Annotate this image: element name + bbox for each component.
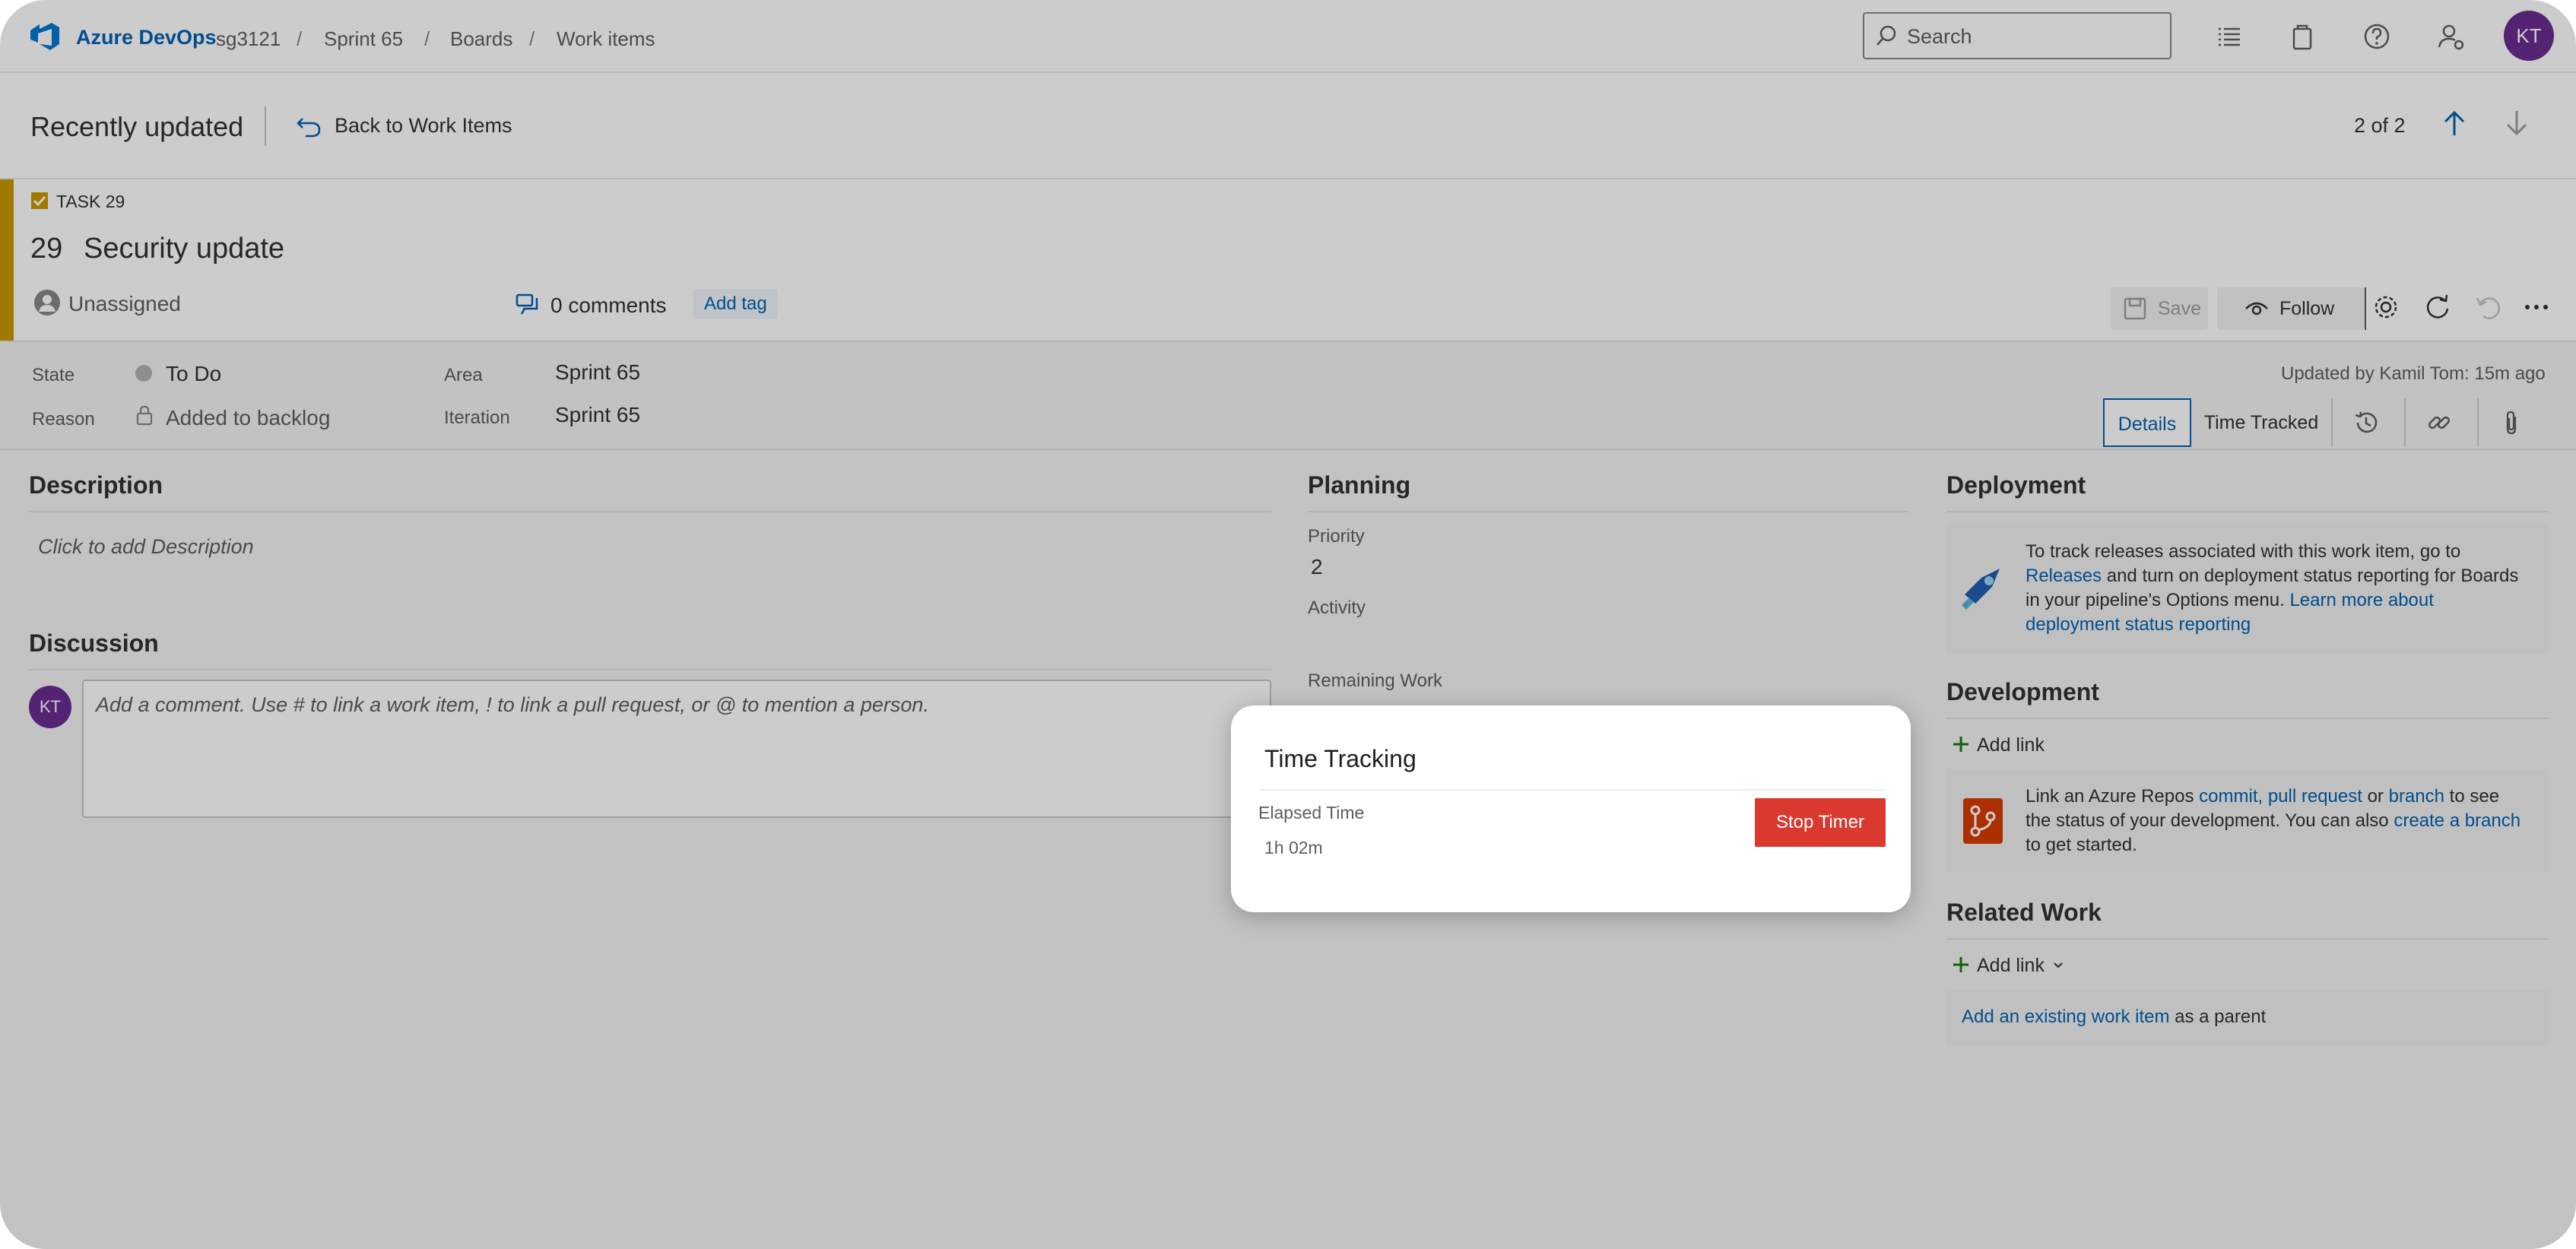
stop-timer-label: Stop Timer — [1775, 812, 1865, 832]
stop-timer-button[interactable]: Stop Timer — [1755, 798, 1886, 847]
app-window: Azure DevOps sg3121 / Sprint 65 / Boards… — [0, 0, 2576, 1249]
elapsed-time-label: Elapsed Time — [1258, 803, 1365, 823]
dialog-divider — [1258, 789, 1883, 791]
dialog-title: Time Tracking — [1264, 745, 1416, 772]
elapsed-time-value: 1h 02m — [1264, 838, 1323, 857]
time-tracking-dialog: Time Tracking Elapsed Time 1h 02m Stop T… — [1231, 705, 1911, 912]
modal-backdrop[interactable] — [0, 0, 2576, 1249]
